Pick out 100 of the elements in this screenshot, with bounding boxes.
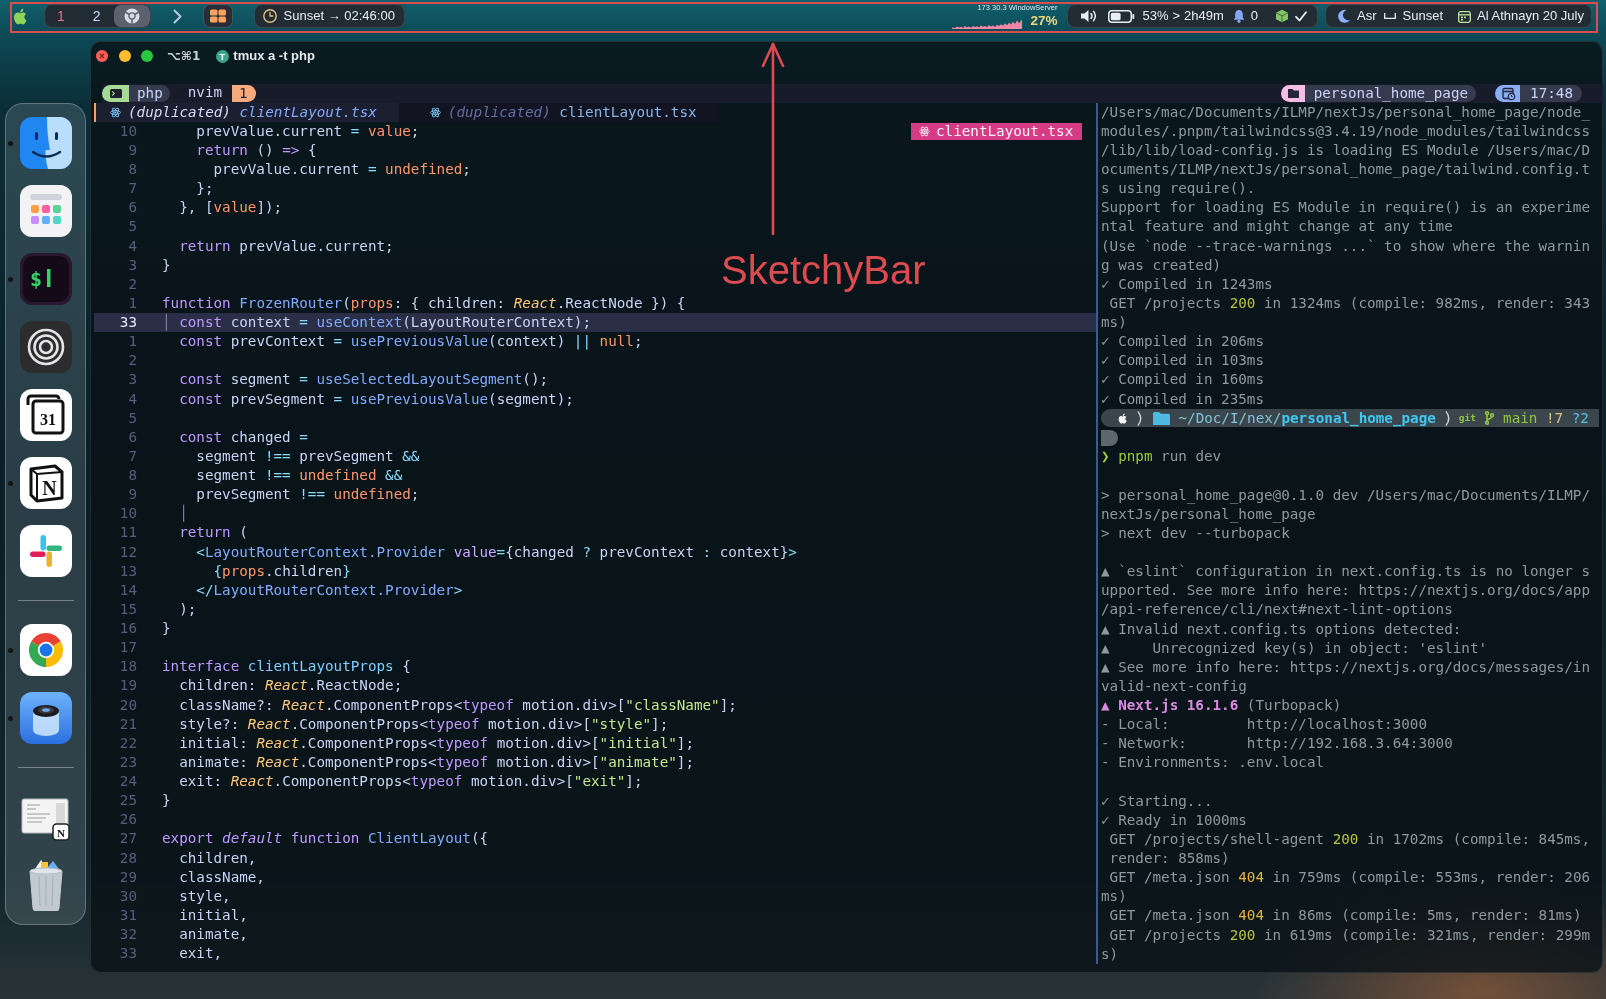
- code-line: const prevContext = usePreviousValue(context) || null;: [178, 332, 643, 352]
- line-number: 3: [128, 371, 137, 388]
- code-line: return (: [178, 523, 248, 543]
- terminal-output: ✓ Ready in 1000ms: [1101, 810, 1247, 830]
- terminal-output: - Local: http://localhost:3000: [1101, 715, 1427, 735]
- lens-app-icon[interactable]: [19, 692, 72, 744]
- code-line: animate: React.ComponentProps<typeof motion.div>["animate"];: [178, 752, 694, 772]
- battery-separator: >: [1172, 7, 1181, 26]
- modified-count: !7: [1545, 408, 1564, 428]
- line-number: 33: [119, 314, 137, 331]
- space-button[interactable]: 1: [57, 5, 65, 27]
- check-icon: [1295, 10, 1308, 22]
- chevron-right-icon: [172, 8, 182, 24]
- browser-app-icon[interactable]: [19, 624, 72, 676]
- buffer-tab[interactable]: (duplicated) clientLayout.tsx: [94, 102, 399, 122]
- close-button[interactable]: [96, 50, 108, 62]
- apple-icon[interactable]: [13, 7, 27, 25]
- code-line: const prevSegment = usePreviousValue(segment);: [178, 389, 574, 409]
- code-line: {props.children}: [212, 561, 351, 581]
- branch-name: main: [1503, 408, 1538, 428]
- window-grid-icon[interactable]: [202, 4, 233, 28]
- line-number: 16: [119, 620, 137, 637]
- code-line: animate,: [178, 925, 248, 945]
- browser-icon[interactable]: [113, 5, 150, 27]
- line-number: 1: [128, 333, 137, 350]
- pinwheel-app-icon[interactable]: [19, 525, 72, 577]
- line-number: 10: [119, 505, 137, 522]
- line-number: 12: [119, 543, 137, 560]
- bell-icon[interactable]: [1232, 9, 1245, 23]
- calendar-icon[interactable]: [1458, 9, 1472, 23]
- line-number: 4: [128, 390, 137, 407]
- minimize-button[interactable]: [118, 50, 131, 62]
- space-button[interactable]: 2: [92, 5, 101, 27]
- clock-icon: [262, 9, 277, 23]
- line-number: 25: [119, 792, 137, 809]
- terminal-output: (Use `node --trace-warnings ...` to show where the warnin g was created): [1101, 236, 1591, 275]
- terminal-output: > personal_home_page@0.1.0 dev /Users/mac/Documents/ILMP/ nextJs/personal_home_page: [1101, 485, 1591, 524]
- line-number: 10: [119, 122, 137, 139]
- line-number: 28: [119, 849, 137, 866]
- line-number: 1: [128, 294, 137, 311]
- line-number: 26: [119, 811, 137, 828]
- calendar-app-icon[interactable]: 31: [19, 389, 72, 441]
- code-line: initial,: [178, 905, 248, 925]
- atom-icon: [429, 106, 441, 118]
- code-line: }: [162, 619, 171, 639]
- terminal-output: ✓ Compiled in 160ms: [1101, 370, 1264, 390]
- code-line: const segment = useSelectedLayoutSegment();: [178, 370, 549, 390]
- terminal-output: GET /meta.json 404 in 86ms (compile: 5ms, render: 81ms): [1108, 906, 1582, 926]
- terminal-output: GET /projects/shell-agent 200 in 1702ms (compile: 845ms, render: 858ms): [1108, 829, 1591, 869]
- line-number: 9: [128, 141, 137, 158]
- code-line: style,: [178, 886, 231, 906]
- line-number: 4: [128, 237, 137, 254]
- line-number: 2: [128, 352, 137, 369]
- cube-letter-app-icon[interactable]: N: [19, 457, 72, 509]
- atom-icon: [919, 126, 930, 138]
- line-number: 7: [128, 447, 137, 464]
- command-line: ❯ pnpm run dev: [1101, 447, 1222, 467]
- rings-app-icon[interactable]: [19, 321, 72, 373]
- terminal-output: > next dev --turbopack: [1101, 523, 1290, 543]
- code-line: className?: React.ComponentProps<typeof motion.div>["className"];: [178, 695, 737, 715]
- line-number: 30: [119, 887, 137, 904]
- code-line: children: React.ReactNode;: [178, 676, 403, 696]
- window-shortcut: ⌥⌘1: [167, 48, 201, 65]
- code-line: segment !== undefined &&: [195, 466, 403, 486]
- notification-count: 0: [1250, 7, 1259, 26]
- line-number: 6: [128, 199, 137, 216]
- terminal-output: ▲ Unrecognized key(s) in object: 'eslint': [1101, 638, 1488, 658]
- app-grid-icon[interactable]: [19, 185, 72, 237]
- code-line: prevSegment !== undefined;: [195, 485, 420, 505]
- line-number: 9: [128, 486, 137, 503]
- code-line: export default function ClientLayout({: [162, 829, 489, 849]
- code-line: │: [178, 504, 188, 524]
- line-number: 20: [119, 696, 137, 713]
- prayer-name: Asr: [1357, 7, 1377, 26]
- line-number: 21: [119, 715, 137, 732]
- cpu-graph: [952, 18, 1023, 29]
- prompt-path: ~/Doc/I/nex/personal_home_page: [1178, 408, 1436, 428]
- package-icon[interactable]: [1275, 9, 1290, 23]
- terminal-app-icon[interactable]: $: [19, 253, 72, 305]
- date-text: Al Athnayn 20 July: [1477, 7, 1584, 26]
- face-app-icon[interactable]: [19, 117, 72, 169]
- code-line: initial: React.ComponentProps<typeof motion.div>["initial"];: [178, 733, 694, 753]
- line-number: 17: [119, 639, 137, 656]
- window-tab[interactable]: nvim 1: [187, 82, 256, 104]
- apple-icon: [1118, 412, 1128, 424]
- zoom-button[interactable]: [141, 50, 153, 62]
- code-line: return prevValue.current;: [178, 236, 394, 256]
- code-line: return () => {: [195, 140, 317, 160]
- code-line: segment !== prevSegment &&: [195, 446, 420, 466]
- line-number: 7: [128, 180, 137, 197]
- line-number: 15: [119, 600, 137, 617]
- prompt-segment-icon: [1101, 429, 1118, 446]
- line-number: 11: [119, 524, 137, 541]
- line-number: 31: [119, 906, 137, 923]
- folder-icon: [1280, 84, 1305, 102]
- moon-icon[interactable]: [1337, 9, 1352, 23]
- battery-icon[interactable]: [1108, 9, 1136, 23]
- line-number: 5: [128, 409, 137, 426]
- terminal-output: ▲ See more info here: https://nextjs.org/docs/messages/in valid-next-config: [1101, 657, 1591, 696]
- window-title: tmux a -t php: [233, 47, 315, 66]
